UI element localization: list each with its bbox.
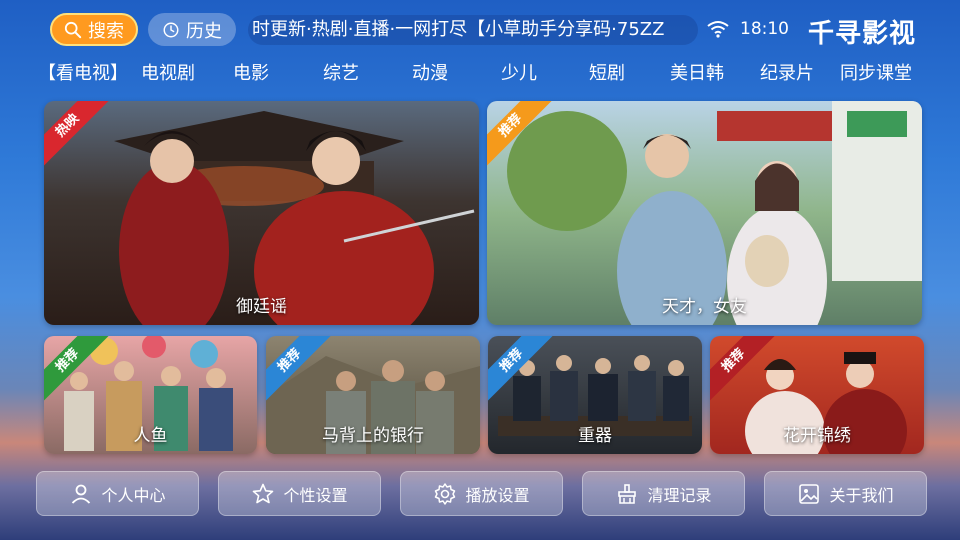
top-bar: 搜索 历史 时更新·热剧·直播·一网打尽【小草助手分享码·75ZZ 18:10 … <box>0 0 960 60</box>
search-label: 搜索 <box>88 20 124 42</box>
card-title: 人鱼 <box>133 426 168 446</box>
history-label: 历史 <box>186 20 222 42</box>
clear-records-label: 清理记录 <box>647 485 712 505</box>
clock-time: 18:10 <box>740 19 789 39</box>
broom-icon <box>618 483 637 504</box>
card-title: 马背上的银行 <box>322 426 424 446</box>
nav-item-movies[interactable]: 电影 <box>233 58 323 90</box>
nav-item-anime[interactable]: 动漫 <box>412 58 501 90</box>
star-icon <box>253 483 274 503</box>
card-title: 天才，女友 <box>662 297 747 317</box>
profile-label: 个人中心 <box>101 485 166 505</box>
personal-settings-label: 个性设置 <box>283 485 348 505</box>
bottom-menu: 个人中心 个性设置 播放设置 清理记录 关于我们 <box>36 471 928 517</box>
clear-records-button[interactable]: 清理记录 <box>582 471 745 516</box>
announcement-marquee: 时更新·热剧·直播·一网打尽【小草助手分享码·75ZZ <box>248 15 698 45</box>
card-title: 花开锦绣 <box>783 426 851 446</box>
wifi-icon <box>707 21 729 38</box>
card-title: 重器 <box>578 426 612 446</box>
recommend-card-4[interactable]: 推荐 花开锦绣 <box>710 336 924 454</box>
card-title: 御廷谣 <box>236 297 287 317</box>
nav-item-western-jp-kr[interactable]: 美日韩 <box>670 58 760 90</box>
nav-item-kids[interactable]: 少儿 <box>501 58 589 90</box>
nav-item-live-tv[interactable]: 【看电视】 <box>38 58 141 90</box>
playback-settings-button[interactable]: 播放设置 <box>400 471 563 516</box>
user-icon <box>72 484 91 504</box>
gear-icon <box>435 482 456 505</box>
recommend-card-2[interactable]: 推荐 马背上的银行 <box>266 336 480 454</box>
about-us-button[interactable]: 关于我们 <box>764 471 927 516</box>
search-icon <box>64 21 82 38</box>
image-icon <box>799 483 820 504</box>
recommend-card-3[interactable]: 推荐 重器 <box>488 336 702 454</box>
nav-item-classroom[interactable]: 同步课堂 <box>840 58 930 90</box>
profile-button[interactable]: 个人中心 <box>36 471 199 516</box>
marquee-text: 时更新·热剧·直播·一网打尽【小草助手分享码·75ZZ <box>252 19 665 40</box>
featured-card-2[interactable]: 推荐 天才，女友 <box>487 101 922 325</box>
recommend-card-1[interactable]: 推荐 人鱼 <box>44 336 257 454</box>
search-button[interactable]: 搜索 <box>50 13 138 46</box>
clock-icon <box>163 22 179 37</box>
nav-item-tv-series[interactable]: 电视剧 <box>141 58 233 90</box>
nav-item-documentary[interactable]: 纪录片 <box>760 58 840 90</box>
featured-card-1[interactable]: 热映 御廷谣 <box>44 101 479 325</box>
history-button[interactable]: 历史 <box>148 13 236 46</box>
personal-settings-button[interactable]: 个性设置 <box>218 471 381 516</box>
playback-settings-label: 播放设置 <box>465 485 530 505</box>
brand-logo: 千寻影视 <box>808 19 917 49</box>
nav-item-short-drama[interactable]: 短剧 <box>589 58 670 90</box>
about-us-label: 关于我们 <box>829 485 894 505</box>
category-nav: 【看电视】 电视剧 电影 综艺 动漫 少儿 短剧 美日韩 纪录片 同步课堂 <box>38 58 948 90</box>
nav-item-variety[interactable]: 综艺 <box>323 58 412 90</box>
